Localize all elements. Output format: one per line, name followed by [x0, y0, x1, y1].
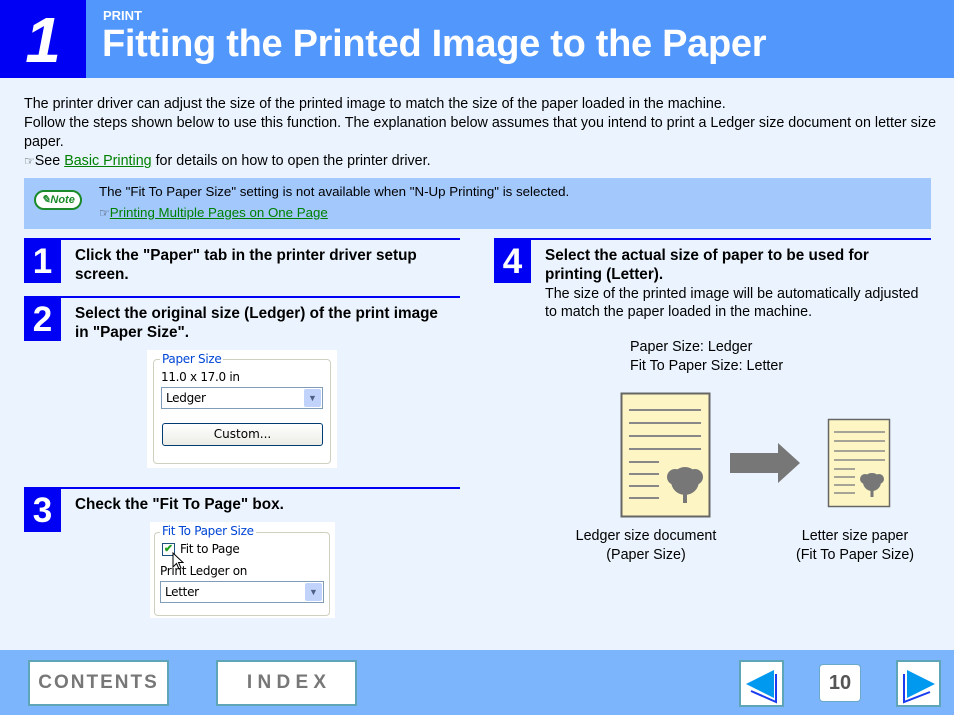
index-button[interactable]: I N D E X	[216, 660, 357, 706]
chapter-number: 1	[0, 0, 86, 78]
intro-line-1: The printer driver can adjust the size o…	[24, 96, 726, 112]
basic-printing-link[interactable]: Basic Printing	[64, 153, 151, 169]
step-title: Check the "Fit To Page" box.	[75, 496, 284, 513]
fit-to-paper-dialog: Fit To Paper Size ✔ Fit to Page Print Le…	[150, 522, 335, 618]
ledger-document-icon	[620, 392, 711, 518]
note-text: The "Fit To Paper Size" setting is not a…	[99, 184, 570, 199]
step-divider	[24, 238, 460, 240]
previous-page-button[interactable]	[739, 660, 784, 707]
arrow-right-icon	[730, 443, 800, 483]
step-divider	[494, 238, 931, 240]
step-divider	[24, 487, 460, 489]
step-4: 4 Select the actual size of paper to be …	[494, 238, 931, 328]
step-title: Select the original size (Ledger) of the…	[75, 305, 438, 341]
step-number: 3	[24, 489, 61, 532]
pointing-hand-icon: ☞	[24, 154, 35, 168]
letter-caption: Letter size paper (Fit To Paper Size)	[795, 528, 915, 563]
contents-button[interactable]: CONTENTS	[28, 660, 169, 706]
step-title: Select the actual size of paper to be us…	[545, 247, 869, 283]
arrow-right-icon	[903, 670, 935, 704]
step-description: The size of the printed image will be au…	[545, 286, 919, 320]
fit-to-paper-info: Fit To Paper Size: Letter	[630, 358, 784, 374]
next-page-button[interactable]	[896, 660, 941, 707]
letter-paper-icon	[827, 418, 891, 508]
note-box: ✎Note The "Fit To Paper Size" setting is…	[24, 178, 931, 229]
chevron-down-icon[interactable]: ▼	[305, 583, 322, 601]
section-label: PRINT	[103, 8, 142, 23]
print-on-select[interactable]: Letter ▼	[160, 581, 324, 603]
page-number: 10	[819, 664, 861, 702]
setting-summary: Paper Size: Ledger Fit To Paper Size: Le…	[630, 338, 783, 376]
paper-size-legend: Paper Size	[160, 352, 224, 366]
fit-to-page-label: Fit to Page	[180, 542, 240, 556]
note-icon: ✎Note	[34, 190, 82, 210]
paper-dimensions: 11.0 x 17.0 in	[161, 370, 240, 384]
intro-text: The printer driver can adjust the size o…	[24, 95, 939, 171]
step-1: 1 Click the "Paper" tab in the printer d…	[24, 238, 460, 288]
step-number: 2	[24, 298, 61, 341]
see-reference: ☞See Basic Printing for details on how t…	[24, 153, 431, 169]
step-2: 2 Select the original size (Ledger) of t…	[24, 296, 460, 346]
chevron-down-icon[interactable]: ▼	[304, 389, 321, 407]
intro-line-2: Follow the steps shown below to use this…	[24, 115, 937, 150]
custom-button[interactable]: Custom...	[162, 423, 323, 446]
page-title: Fitting the Printed Image to the Paper	[102, 23, 767, 65]
fit-illustration	[620, 392, 891, 518]
step-divider	[24, 296, 460, 298]
arrow-left-icon	[746, 670, 777, 704]
ledger-caption: Ledger size document (Paper Size)	[575, 528, 717, 563]
fit-to-paper-legend: Fit To Paper Size	[160, 524, 256, 538]
pointing-hand-icon: ☞	[99, 206, 110, 220]
multiple-pages-link[interactable]: Printing Multiple Pages on One Page	[110, 205, 328, 220]
paper-size-select[interactable]: Ledger ▼	[161, 387, 323, 409]
print-on-label: Print Ledger on	[160, 564, 248, 578]
paper-size-info: Paper Size: Ledger	[630, 339, 753, 355]
step-number: 1	[24, 240, 61, 283]
step-number: 4	[494, 240, 531, 283]
step-title: Click the "Paper" tab in the printer dri…	[75, 247, 417, 283]
paper-size-dialog: Paper Size 11.0 x 17.0 in Ledger ▼ Custo…	[147, 350, 337, 468]
